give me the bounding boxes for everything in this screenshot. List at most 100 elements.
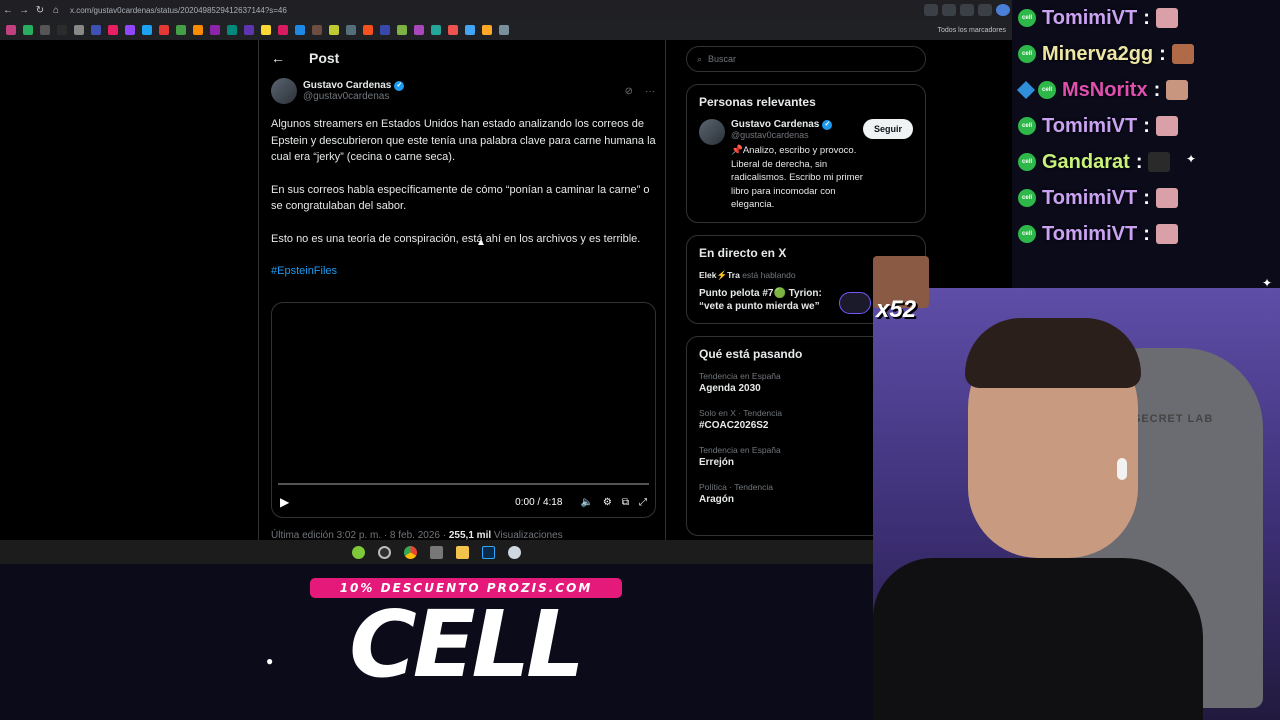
post-paragraph: Esto no es una teoría de conspiración, e… (271, 232, 641, 245)
forward-icon[interactable]: → (16, 5, 32, 16)
live-avatars (839, 291, 871, 314)
settings-icon[interactable]: ⚙ (603, 497, 612, 508)
streamer-hair (965, 318, 1141, 388)
relevant-name-row: Gustavo Cardenas ✓ (731, 119, 863, 130)
video-progress-bar[interactable] (278, 483, 649, 485)
address-bar[interactable]: x.com/gustav0cardenas/status/20204985294… (70, 6, 922, 15)
chair-brand: SECRET LAB (1133, 413, 1214, 425)
grok-icon[interactable]: ⊘ (625, 86, 633, 97)
cell-badge-icon: cell (1018, 153, 1036, 171)
chat-colon: : (1143, 114, 1150, 137)
bookmark-icon[interactable] (261, 25, 271, 35)
bookmark-icon[interactable] (91, 25, 101, 35)
cell-badge-icon: cell (1018, 225, 1036, 243)
folder-icon[interactable] (456, 545, 469, 559)
bookmark-icon[interactable] (448, 25, 458, 35)
bookmark-icon[interactable] (414, 25, 424, 35)
live-host-name: Elek⚡Tra (699, 269, 740, 280)
cell-badge-icon: cell (1018, 117, 1036, 135)
post-meta: Última edición 3:02 p. m. · 8 feb. 2026 … (271, 530, 563, 540)
bookmark-icon[interactable] (227, 25, 237, 35)
bookmarks-folder[interactable]: Todos los marcadores (938, 27, 1006, 34)
extension-icon[interactable] (924, 4, 938, 16)
live-stream-title[interactable]: Punto pelota #7🟢 Tyrion: “vete a punto m… (699, 287, 839, 313)
cell-logo: CELL (349, 591, 585, 698)
video-player[interactable]: ▶ 0:00 / 4:18 🔈 ⚙ ⧉ ⤢ (271, 302, 656, 518)
sparkle-icon: ● (266, 654, 274, 668)
back-arrow-icon[interactable]: ← (271, 50, 297, 66)
bookmark-icon[interactable] (6, 25, 16, 35)
reload-icon[interactable]: ↻ (32, 5, 48, 16)
bookmark-icon[interactable] (465, 25, 475, 35)
emote-icon (1171, 44, 1194, 64)
author-name[interactable]: Gustavo Cardenas (303, 80, 391, 91)
chat-message: cell Minerva2gg : (1014, 36, 1280, 72)
app-icon[interactable] (430, 545, 443, 559)
relevant-name[interactable]: Gustavo Cardenas (731, 119, 819, 130)
earbud (1117, 458, 1127, 480)
bookmark-icon[interactable] (312, 25, 322, 35)
mouse-cursor-icon: ▲ (476, 237, 486, 248)
obs-icon[interactable] (378, 545, 391, 559)
bookmark-icon[interactable] (380, 25, 390, 35)
bookmark-icon[interactable] (176, 25, 186, 35)
bookmark-icon[interactable] (295, 25, 305, 35)
bookmark-icon[interactable] (210, 25, 220, 35)
bookmark-icon[interactable] (74, 25, 84, 35)
profile-icon[interactable] (996, 4, 1010, 16)
bookmark-icon[interactable] (346, 25, 356, 35)
chrome-icon[interactable] (404, 545, 417, 559)
bookmark-icon[interactable] (431, 25, 441, 35)
extension-icon[interactable] (942, 4, 956, 16)
bookmark-icon[interactable] (193, 25, 203, 35)
back-icon[interactable]: ← (0, 5, 16, 16)
chat-colon: : (1143, 186, 1150, 209)
bookmark-icon[interactable] (125, 25, 135, 35)
bookmark-icon[interactable] (108, 25, 118, 35)
play-icon[interactable]: ▶ (280, 495, 289, 509)
chat-message: cell TomimiVT : (1014, 216, 1280, 252)
cube-badge-icon (1016, 80, 1036, 100)
cell-badge-icon: cell (1018, 45, 1036, 63)
bookmark-icon[interactable] (23, 25, 33, 35)
chat-username: MsNoritx (1062, 78, 1148, 101)
pip-icon[interactable]: ⧉ (622, 497, 629, 508)
panel-title: Personas relevantes (699, 95, 816, 109)
bookmark-icon[interactable] (244, 25, 254, 35)
avatar[interactable] (271, 78, 297, 104)
chat-colon: : (1153, 78, 1161, 101)
app-icon[interactable] (508, 545, 521, 559)
search-input[interactable]: ⌕ Buscar (686, 46, 926, 72)
photoshop-icon[interactable] (482, 545, 495, 559)
edit-timestamp[interactable]: Última edición 3:02 p. m. · 8 feb. 2026 … (271, 530, 449, 540)
bookmark-icon[interactable] (397, 25, 407, 35)
bookmark-icon[interactable] (278, 25, 288, 35)
follow-button[interactable]: Seguir (862, 119, 913, 139)
fullscreen-icon[interactable]: ⤢ (639, 497, 647, 508)
emote-icon (1148, 152, 1171, 172)
cell-badge-icon: cell (1038, 81, 1056, 99)
emote-combo-count: x52 (876, 296, 917, 323)
extension-icon[interactable] (978, 4, 992, 16)
home-icon[interactable]: ⌂ (48, 5, 64, 16)
avatar[interactable] (699, 119, 725, 145)
emote-icon (1155, 116, 1178, 136)
emote-icon (1155, 188, 1178, 208)
chat-message: cell Gandarat : (1014, 144, 1280, 180)
bookmark-icon[interactable] (363, 25, 373, 35)
hashtag-link[interactable]: #EpsteinFiles (271, 263, 657, 280)
bookmark-icon[interactable] (142, 25, 152, 35)
chat-username: TomimiVT (1042, 186, 1138, 209)
volume-icon[interactable]: 🔈 (580, 497, 592, 508)
relevant-handle[interactable]: @gustav0cardenas (731, 130, 863, 140)
bookmark-icon[interactable] (482, 25, 492, 35)
author-handle[interactable]: @gustav0cardenas (303, 91, 404, 102)
bookmark-icon[interactable] (499, 25, 509, 35)
bookmark-icon[interactable] (57, 25, 67, 35)
bookmark-icon[interactable] (40, 25, 50, 35)
more-options-icon[interactable]: ··· (645, 86, 655, 97)
bookmark-icon[interactable] (159, 25, 169, 35)
bookmark-icon[interactable] (329, 25, 339, 35)
extension-icon[interactable] (960, 4, 974, 16)
app-icon[interactable] (352, 545, 365, 559)
